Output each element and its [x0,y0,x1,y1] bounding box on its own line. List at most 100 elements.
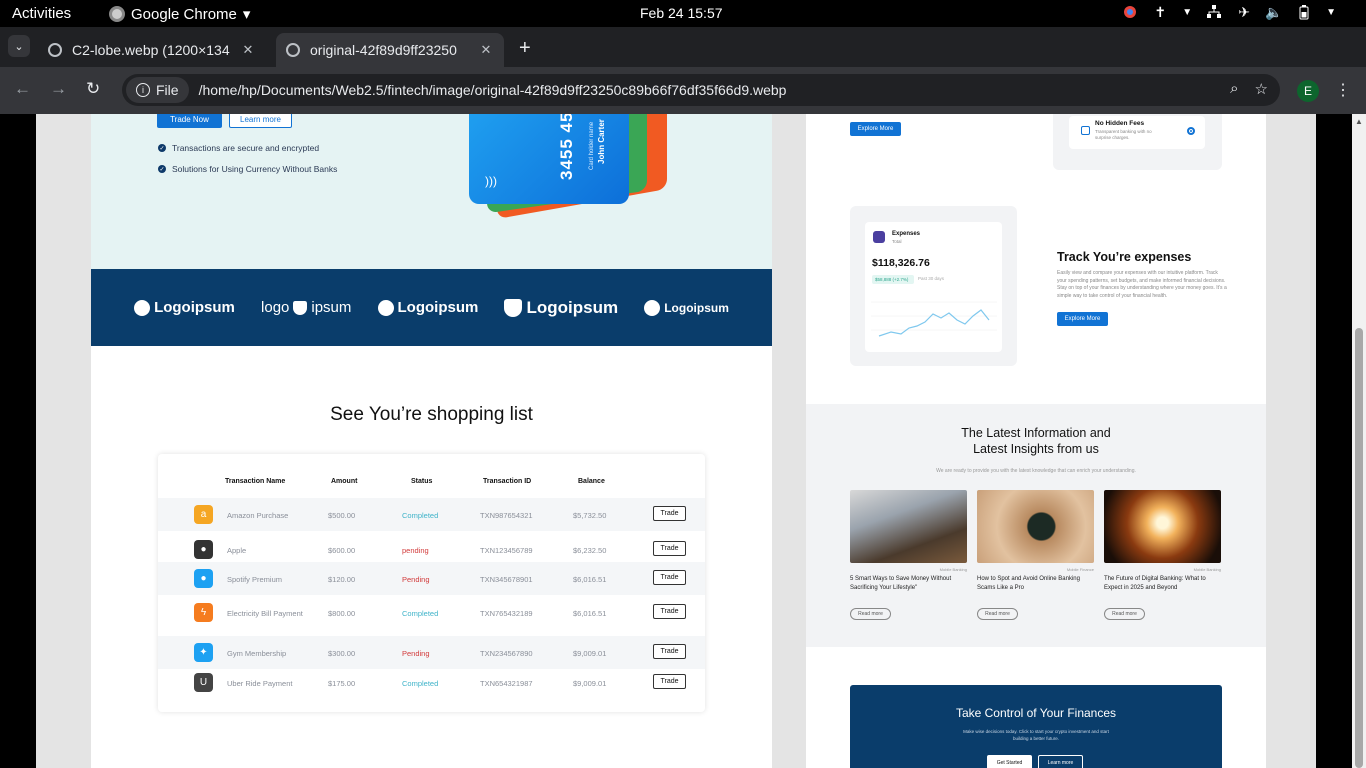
post-image-laptop [850,490,967,563]
activities-button[interactable]: Activities [12,5,71,22]
table-row: U Uber Ride Payment $175.00 Completed TXN654… [158,666,705,699]
volume-icon[interactable]: 🔈 [1265,4,1282,20]
wallet-icon [873,231,885,243]
info-icon: i [136,83,150,97]
transaction-id: TXN765432189 [480,609,533,618]
transactions-table: Transaction Name Amount Status Transacti… [158,454,705,712]
transaction-balance: $6,232.50 [573,546,607,555]
transaction-status: Completed [402,609,439,618]
transaction-id: TXN123456789 [480,546,533,555]
shield-icon [1081,126,1090,135]
new-tab-button[interactable]: + [519,37,531,60]
card-holder-label: Card holder name [589,121,595,170]
fees-inner: No Hidden Fees Transparent banking with … [1069,116,1205,149]
track-expenses-title: Track You’re expenses [1057,250,1192,264]
post-title: The Future of Digital Banking: What to E… [1104,576,1206,592]
site-info-chip[interactable]: i File [126,77,189,103]
get-started-button: Get Started [987,755,1032,768]
transaction-amount: $120.00 [328,575,356,584]
post-image-tunnel [1104,490,1221,563]
vertical-scrollbar[interactable]: ▲ [1352,114,1366,768]
back-arrow-icon[interactable]: ← [14,79,31,99]
close-icon[interactable]: ✕ [478,42,494,58]
address-bar[interactable]: i File /home/hp/Documents/Web2.5/fintech… [122,74,1280,106]
cta-title: Take Control of Your Finances [955,706,1117,720]
amazon-icon: a [194,505,213,524]
profile-avatar[interactable]: E [1297,80,1319,102]
transaction-amount: $800.00 [328,609,356,618]
learn-more-button: Learn more [1038,755,1083,768]
forward-arrow-icon[interactable]: → [50,79,67,99]
card-front: 3455 45 Card holder name John Carter ))) [469,114,629,204]
scroll-up-arrow-icon[interactable]: ▲ [1355,117,1363,126]
transaction-amount: $175.00 [328,679,356,688]
uber-icon: U [194,673,213,692]
blog-post: Mobile Banking The Future of Digital Ban… [1104,490,1221,620]
fees-title: No Hidden Fees [1095,120,1145,127]
trade-button: Trade [653,644,686,659]
notification-icon[interactable] [1122,4,1138,20]
transaction-name: Electricity Bill Payment [227,609,303,618]
check-icon: ✓ [158,165,166,173]
credit-card-stack: 3455 45 Card holder name John Carter ))) [467,114,677,219]
transaction-balance: $6,016.51 [573,575,607,584]
column-header: Transaction ID [483,478,532,485]
shopping-title: See You’re shopping list [330,404,533,425]
system-tray[interactable]: ✝ ▼ ✈ 🔈 ▼ [1122,4,1336,20]
accessibility-icon[interactable]: ✝ [1152,4,1168,20]
tab-strip: ⌄ C2-lobe.webp (1200×134 ✕ original-42f8… [0,27,1366,67]
read-more-button: Read more [1104,608,1145,620]
clock[interactable]: Feb 24 15:57 [640,5,723,21]
radio-icon [1187,127,1195,135]
partner-logo: Logoipsum [134,299,235,316]
image-canvas: Trade Now Learn more ✓ Transactions are … [36,114,1316,768]
column-header: Balance [578,478,605,485]
gym-icon: ✦ [194,643,213,662]
trade-button: Trade [653,604,686,619]
trade-button: Trade [653,506,686,521]
scrollbar-thumb[interactable] [1355,328,1363,768]
airplane-icon[interactable]: ✈ [1236,4,1252,20]
logo-shield-icon [293,300,308,315]
reload-icon[interactable]: ↻ [86,79,100,99]
logo-mark-icon [134,299,151,316]
table-row: ● Spotify Premium $120.00 Pending TXN3456789… [158,562,705,595]
transaction-balance: $5,732.50 [573,511,607,520]
tab-search-button[interactable]: ⌄ [8,35,30,57]
blog-post: Mobile Finance How to Spot and Avoid Onl… [977,490,1094,620]
tab-original[interactable]: original-42f89d9ff23250 ✕ [276,33,504,67]
network-icon[interactable] [1206,4,1222,20]
image-viewer: Trade Now Learn more ✓ Transactions are … [0,114,1366,768]
more-menu-icon[interactable]: ⋮ [1335,80,1351,100]
expenses-delta: $58,888 (+2.7%) [872,275,914,284]
partner-logo: logo ipsum [261,299,352,316]
zoom-icon[interactable]: ⌕ [1230,80,1238,98]
partner-logos: Logoipsum logo ipsum Logoipsum Logoipsum … [91,269,772,346]
transaction-name: Amazon Purchase [227,511,289,520]
check-item: ✓ Transactions are secure and encrypted [158,143,319,153]
transaction-status: Completed [402,511,439,520]
post-category: Mobile Banking [939,567,967,572]
trade-button: Trade [653,674,686,689]
globe-icon [48,43,62,57]
expenses-amount: $118,326.76 [872,257,930,269]
left-mockup: Trade Now Learn more ✓ Transactions are … [91,114,772,768]
bookmark-star-icon[interactable]: ☆ [1255,80,1268,98]
learn-more-button: Learn more [229,114,292,128]
read-more-button: Read more [977,608,1018,620]
explore-more-button: Explore More [850,122,901,136]
app-menu[interactable]: Google Chrome ▾ [109,5,250,23]
transaction-id: TXN654321987 [480,679,533,688]
post-title: 5 Smart Ways to Save Money Without Sacri… [850,576,952,592]
battery-icon[interactable] [1296,4,1312,20]
expenses-title: Expenses [892,231,921,237]
close-icon[interactable]: ✕ [240,42,256,58]
tab-c2-lobe[interactable]: C2-lobe.webp (1200×134 ✕ [38,33,266,67]
track-expenses-body: Easily view and compare your expenses wi… [1057,270,1227,299]
no-hidden-fees-card: No Hidden Fees Transparent banking with … [1053,114,1222,170]
blog-post: Mobile Banking 5 Smart Ways to Save Mone… [850,490,967,620]
contactless-icon: ))) [485,174,497,188]
url-text[interactable]: /home/hp/Documents/Web2.5/fintech/image/… [199,82,787,98]
cta-body: Make wise decisions today. Click to star… [963,729,1109,742]
browser-toolbar: ← → ↻ i File /home/hp/Documents/Web2.5/f… [0,67,1366,114]
